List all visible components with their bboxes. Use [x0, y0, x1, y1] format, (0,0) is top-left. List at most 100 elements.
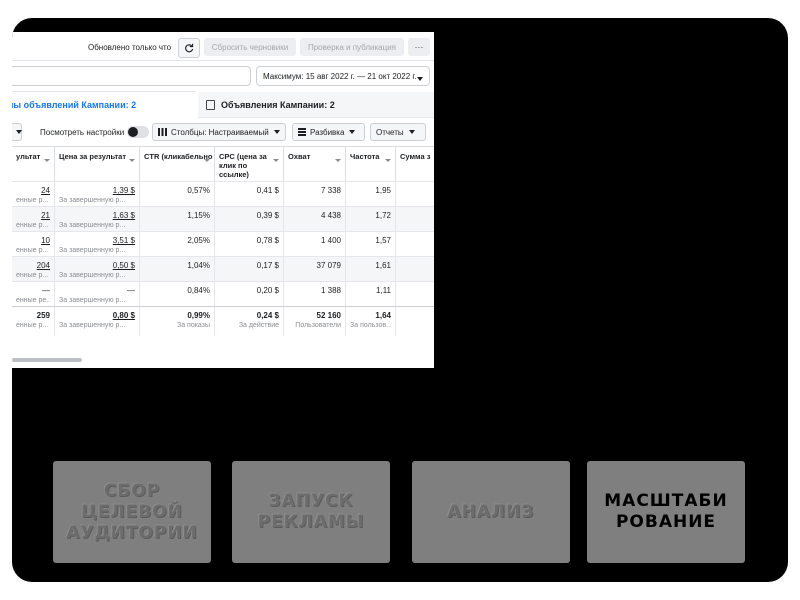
cell-subtext: За пользов... — [350, 322, 391, 329]
ads-manager-screenshot: Обновлено только что Сбросить черновики … — [12, 32, 434, 368]
column-header-cost-per-result[interactable]: Цена за результат — [55, 147, 140, 181]
table-cell: 0,24 $ За действие — [215, 307, 284, 336]
table-cell: 1,57 — [346, 232, 396, 256]
cell-value[interactable]: 10 — [16, 236, 50, 246]
chevron-down-icon — [417, 74, 423, 83]
table-cell: 1,39 $ За завершенную р... — [55, 182, 140, 206]
cell-value: 2,05% — [187, 236, 210, 245]
table-cell: 7 338 — [284, 182, 346, 206]
table-cell: 1 400 — [284, 232, 346, 256]
table-row[interactable]: — енные ре... — За завершенную р... 0,84% 0,2… — [12, 281, 434, 306]
table-row[interactable]: 21 енные р... 1,63 $ За завершенную р... 1,1… — [12, 206, 434, 231]
table-cell — [396, 182, 434, 206]
search-input[interactable] — [12, 66, 251, 86]
column-header-results[interactable]: ультат — [12, 147, 55, 181]
columns-button[interactable]: Столбцы: Настраиваемый — [152, 123, 286, 141]
table-cell: 1,72 — [346, 207, 396, 231]
cell-value: 52 160 — [316, 311, 341, 320]
stage-label: МАСШТАБИ РОВАНИЕ — [604, 491, 728, 532]
cell-value: 0,78 $ — [256, 236, 279, 245]
date-range-selector[interactable]: Максимум: 15 авг 2022 г. — 21 окт 2022 г… — [256, 66, 430, 86]
cell-value: 7 338 — [320, 186, 341, 195]
table-cell: 2,05% — [140, 232, 215, 256]
table-row[interactable]: 10 енные р... 3,51 $ За завершенную р... 2,0… — [12, 231, 434, 256]
breakdown-button[interactable]: Разбивка — [292, 123, 365, 141]
column-header-amount-spent[interactable]: Сумма з — [396, 147, 434, 181]
column-header-cpc[interactable]: CPC (цена за клик по ссылке) — [215, 147, 284, 181]
dark-frame: Обновлено только что Сбросить черновики … — [12, 18, 788, 582]
cell-value: 1 388 — [320, 286, 341, 295]
column-header-frequency[interactable]: Частота — [346, 147, 396, 181]
cell-subtext: За завершенную р... — [59, 322, 126, 329]
tab-ads[interactable]: Объявления Кампании: 2 — [198, 92, 434, 118]
cell-subtext: енные р... — [16, 197, 49, 204]
cell-subtext: За показы — [176, 322, 210, 329]
cell-subtext: За завершенную р... — [59, 222, 126, 229]
stage-label: ЗАПУСК РЕКЛАМЫ — [257, 491, 365, 532]
refresh-button[interactable] — [178, 38, 200, 58]
review-publish-button[interactable]: Проверка и публикация — [300, 38, 404, 56]
cell-value[interactable]: 0,50 $ — [59, 261, 135, 271]
stage-label: АНАЛИЗ — [447, 501, 535, 522]
cell-value[interactable]: 204 — [16, 261, 50, 271]
table-cell: 204 енные р... — [12, 257, 55, 281]
stage-scaling-button[interactable]: МАСШТАБИ РОВАНИЕ — [587, 461, 745, 563]
cell-value: 1,95 — [375, 186, 391, 195]
cell-value[interactable]: 0,80 $ — [59, 311, 135, 321]
cell-value: 0,39 $ — [256, 211, 279, 220]
cell-value: 259 — [36, 311, 50, 320]
table-row[interactable]: 204 енные р... 0,50 $ За завершенную р... 1,… — [12, 256, 434, 281]
cell-value: 1,04% — [187, 261, 210, 270]
cell-value: 37 079 — [316, 261, 341, 270]
view-settings-toggle[interactable] — [127, 126, 149, 138]
reports-button[interactable]: Отчеты — [370, 123, 426, 141]
cell-value: 0,24 $ — [256, 311, 279, 320]
table-row[interactable]: 24 енные р... 1,39 $ За завершенную р... 0,5… — [12, 181, 434, 206]
table-cell: 1 388 — [284, 282, 346, 306]
cell-subtext: енные р... — [16, 272, 49, 279]
updated-status: Обновлено только что — [88, 43, 172, 52]
chevron-down-icon — [349, 130, 356, 134]
cell-value: 0,57% — [187, 186, 210, 195]
cell-value: 1,61 — [375, 261, 391, 270]
cell-value[interactable]: 1,39 $ — [59, 186, 135, 196]
table-cell — [396, 282, 434, 306]
table-cell — [396, 257, 434, 281]
table-cell: 1,04% — [140, 257, 215, 281]
table-cell: 24 енные р... — [12, 182, 55, 206]
cell-value[interactable]: 1,63 $ — [59, 211, 135, 221]
stage-label: СБОР ЦЕЛЕВОЙ АУДИТОРИИ — [66, 480, 198, 543]
cell-value[interactable]: 24 — [16, 186, 50, 196]
stage-audience-button[interactable]: СБОР ЦЕЛЕВОЙ АУДИТОРИИ — [53, 461, 211, 563]
cell-subtext: За действие — [238, 322, 279, 329]
table-cell: 0,78 $ — [215, 232, 284, 256]
horizontal-scrollbar[interactable] — [12, 358, 82, 362]
refresh-icon — [185, 43, 194, 53]
cell-value: 1,72 — [375, 211, 391, 220]
table-cell — [396, 232, 434, 256]
table-toolbar: Посмотреть настройки Столбцы: Настраивае… — [12, 118, 434, 146]
cell-subtext: енные р... — [16, 322, 49, 329]
table-cell — [396, 207, 434, 231]
table-cell: 0,57% — [140, 182, 215, 206]
tab-ad-sets[interactable]: пы объявлений Кампании: 2 — [12, 92, 196, 118]
cell-value: 1,11 — [376, 286, 391, 295]
column-header-reach[interactable]: Охват — [284, 147, 346, 181]
cell-subtext: енные ре... — [16, 297, 50, 304]
stage-analysis-button[interactable]: АНАЛИЗ — [412, 461, 570, 563]
cell-subtext: За завершенную р... — [59, 272, 126, 279]
edit-dropdown-button[interactable] — [12, 123, 22, 141]
cell-subtext: Пользователи — [295, 322, 341, 329]
table-cell: 52 160 Пользователи — [284, 307, 346, 336]
cell-subtext: енные р... — [16, 247, 49, 254]
table-cell: 259 енные р... — [12, 307, 55, 336]
columns-label: Столбцы: Настраиваемый — [171, 127, 269, 137]
stage-launch-button[interactable]: ЗАПУСК РЕКЛАМЫ — [232, 461, 390, 563]
column-header-ctr[interactable]: CTR (кликабельно — [140, 147, 215, 181]
cell-value[interactable]: 21 — [16, 211, 50, 221]
discard-drafts-button[interactable]: Сбросить черновики — [204, 38, 296, 56]
cell-value[interactable]: 3,51 $ — [59, 236, 135, 246]
tab-ad-sets-label: пы объявлений Кампании: 2 — [12, 100, 137, 110]
more-options-button[interactable]: ··· — [408, 38, 430, 56]
table-cell: 1,61 — [346, 257, 396, 281]
